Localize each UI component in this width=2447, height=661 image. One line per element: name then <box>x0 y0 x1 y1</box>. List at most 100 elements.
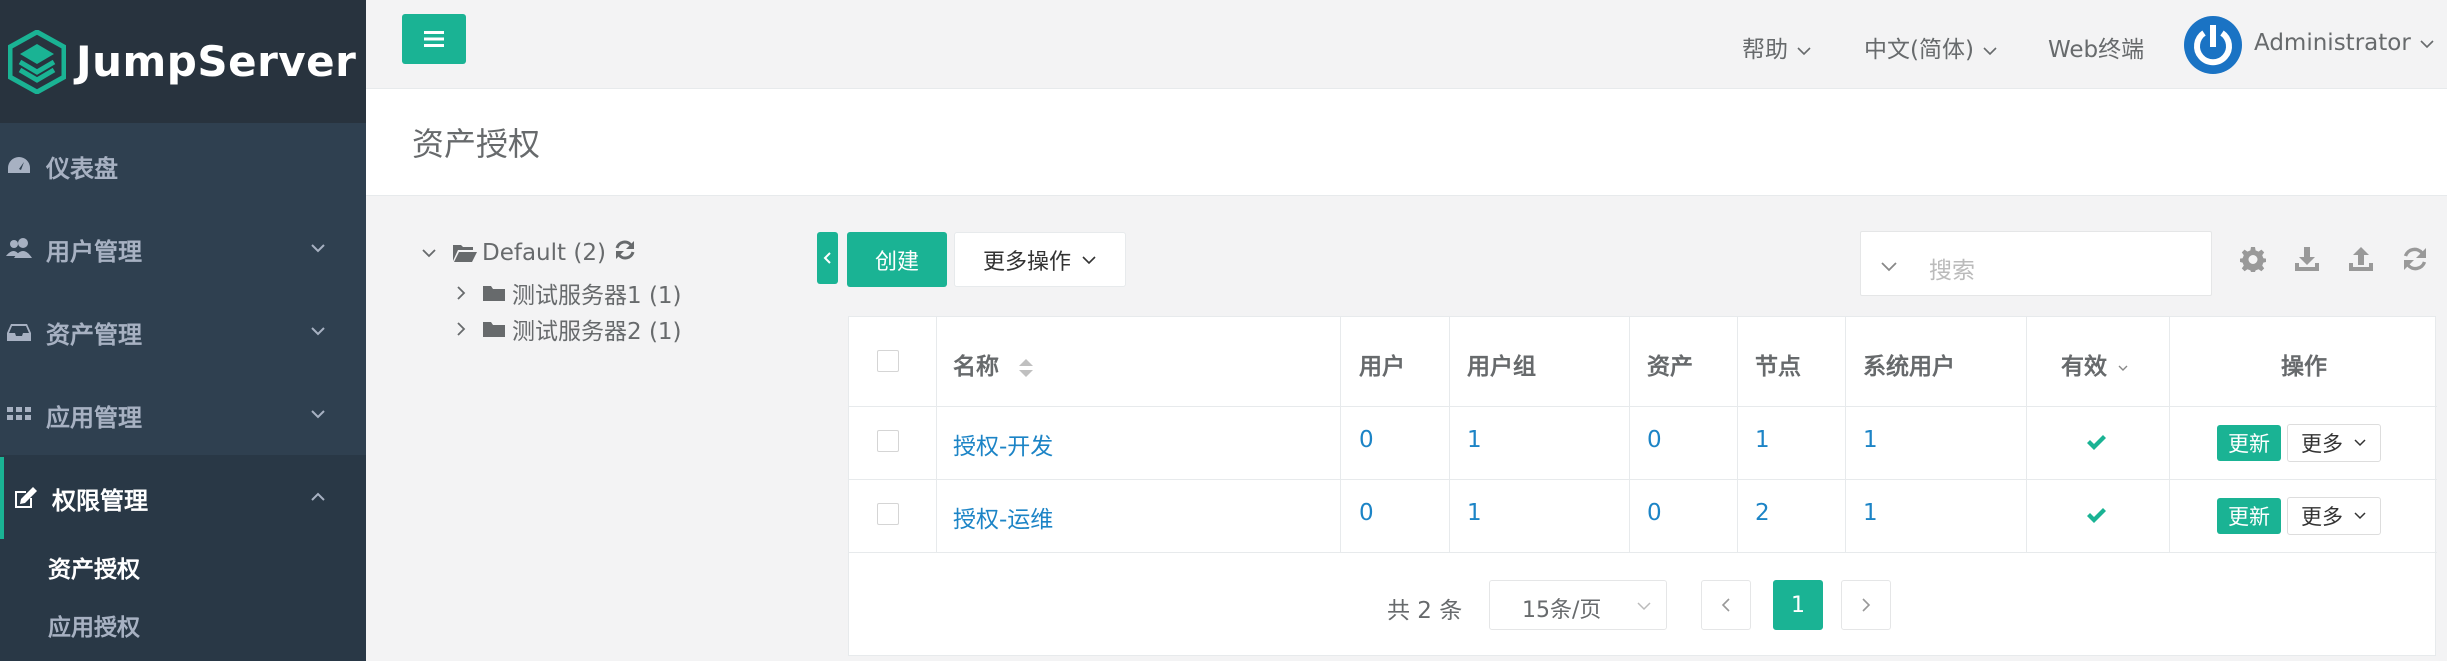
update-button[interactable]: 更新 <box>2217 425 2281 461</box>
chevron-down-icon <box>1637 602 1651 611</box>
check-icon <box>2087 508 2106 523</box>
upload-icon[interactable] <box>2348 246 2374 272</box>
asset-count[interactable]: 0 <box>1647 500 1662 526</box>
column-divider <box>1845 317 1846 552</box>
user-group-count[interactable]: 1 <box>1467 500 1482 526</box>
row-checkbox[interactable] <box>877 430 899 452</box>
avatar[interactable] <box>2184 16 2242 74</box>
language-menu[interactable]: 中文(简体) <box>1864 30 1998 64</box>
help-label: 帮助 <box>1742 37 1788 63</box>
sort-icon <box>1019 358 1034 377</box>
page-heading: 资产授权 <box>366 88 2447 196</box>
topbar: 帮助 中文(简体) Web终端 Administrator <box>366 0 2447 88</box>
sidebar-subitem-app-permission[interactable]: 应用授权 <box>48 608 140 642</box>
row-checkbox[interactable] <box>877 503 899 525</box>
sidebar-item-label: 仪表盘 <box>46 154 118 183</box>
more-actions-button[interactable]: 更多操作 <box>954 232 1126 287</box>
pagination-total: 共 2 条 <box>1387 598 1463 624</box>
column-divider <box>936 317 937 552</box>
tree-toggle-button[interactable] <box>817 232 838 284</box>
header-name[interactable]: 名称 <box>953 347 1035 381</box>
search-box[interactable]: 搜索 <box>1860 231 2212 296</box>
sidebar-item-applications[interactable]: 应用管理 <box>0 374 366 456</box>
user-count[interactable]: 0 <box>1359 500 1374 526</box>
more-label: 更多 <box>2301 432 2343 456</box>
sidebar-item-permissions[interactable]: 权限管理 <box>0 457 366 539</box>
header-user-group: 用户组 <box>1467 354 1536 380</box>
permission-table: 名称 用户 用户组 资产 节点 系统用户 有效 操作 授权-开发 0 1 0 1… <box>848 316 2437 656</box>
user-name: Administrator <box>2254 30 2411 56</box>
more-label: 更多 <box>2301 505 2343 529</box>
header-active[interactable]: 有效 <box>2061 347 2129 381</box>
download-icon[interactable] <box>2294 246 2320 272</box>
check-icon <box>2087 435 2106 450</box>
page-size-label: 15条/页 <box>1522 598 1602 623</box>
tree-node[interactable]: 测试服务器2 (1) <box>452 312 682 346</box>
user-menu[interactable]: Administrator <box>2254 30 2435 56</box>
inbox-icon <box>7 324 31 341</box>
chevron-right-icon <box>457 322 466 336</box>
hamburger-icon <box>424 31 444 47</box>
header-system-user: 系统用户 <box>1863 354 1955 380</box>
row-divider <box>849 406 2437 407</box>
chevron-down-icon <box>1983 46 1997 55</box>
user-count[interactable]: 0 <box>1359 427 1374 453</box>
folder-icon <box>483 286 505 301</box>
folder-icon <box>483 322 505 337</box>
next-page-button[interactable] <box>1841 580 1891 630</box>
sidebar-item-assets[interactable]: 资产管理 <box>0 291 366 373</box>
logo-area[interactable]: JumpServer <box>0 0 366 123</box>
sidebar-item-users[interactable]: 用户管理 <box>0 208 366 290</box>
column-divider <box>1449 317 1450 552</box>
more-button[interactable]: 更多 <box>2287 424 2381 462</box>
system-user-count[interactable]: 1 <box>1863 500 1878 526</box>
sidebar-item-dashboard[interactable]: 仪表盘 <box>0 125 366 207</box>
grid-icon <box>7 407 31 420</box>
permission-name-link[interactable]: 授权-开发 <box>953 427 1053 461</box>
header-actions: 操作 <box>2281 354 2327 380</box>
help-menu[interactable]: 帮助 <box>1742 30 1812 64</box>
sidebar-subitem-asset-permission[interactable]: 资产授权 <box>48 550 140 584</box>
chevron-down-icon[interactable] <box>1879 256 1899 276</box>
sidebar: JumpServer 仪表盘 用户管理 资产管理 应用管理 权限管理 资产授权 … <box>0 0 366 661</box>
refresh-icon[interactable] <box>614 239 636 261</box>
update-button[interactable]: 更新 <box>2217 498 2281 534</box>
user-group-count[interactable]: 1 <box>1467 427 1482 453</box>
row-divider <box>849 552 2437 553</box>
menu-toggle-button[interactable] <box>402 14 466 64</box>
chevron-down-icon <box>1797 46 1811 55</box>
power-icon <box>2194 25 2232 66</box>
tree-root[interactable]: Default (2) <box>420 240 636 266</box>
node-count[interactable]: 2 <box>1755 500 1770 526</box>
refresh-icon[interactable] <box>2402 246 2428 272</box>
more-button[interactable]: 更多 <box>2287 497 2381 535</box>
page-size-select[interactable]: 15条/页 <box>1489 580 1667 630</box>
web-terminal-link[interactable]: Web终端 <box>2048 30 2144 64</box>
chevron-down-icon <box>1082 255 1096 264</box>
node-count[interactable]: 1 <box>1755 427 1770 453</box>
create-button[interactable]: 创建 <box>847 232 947 287</box>
chevron-right-icon <box>457 286 466 300</box>
chevron-left-icon <box>823 252 831 264</box>
system-user-count[interactable]: 1 <box>1863 427 1878 453</box>
prev-page-button[interactable] <box>1701 580 1751 630</box>
chevron-right-icon <box>1862 598 1871 612</box>
tree-node[interactable]: 测试服务器1 (1) <box>452 276 682 310</box>
brand-name: JumpServer <box>76 37 357 86</box>
search-input[interactable]: 搜索 <box>1929 251 1975 285</box>
header-node: 节点 <box>1755 354 1801 380</box>
gear-icon[interactable] <box>2240 246 2266 272</box>
asset-count[interactable]: 0 <box>1647 427 1662 453</box>
chevron-down-icon <box>311 410 325 419</box>
tree-node-label: 测试服务器2 (1) <box>512 319 682 345</box>
folder-open-icon <box>453 245 477 262</box>
sidebar-item-label: 权限管理 <box>52 486 148 515</box>
page-button-current[interactable]: 1 <box>1773 580 1823 630</box>
column-divider <box>2026 317 2027 552</box>
select-all-checkbox[interactable] <box>877 350 899 372</box>
column-divider <box>2169 317 2170 552</box>
row-divider <box>849 479 2437 480</box>
chevron-down-icon <box>422 249 436 258</box>
chevron-down-icon <box>311 244 325 253</box>
permission-name-link[interactable]: 授权-运维 <box>953 500 1053 534</box>
